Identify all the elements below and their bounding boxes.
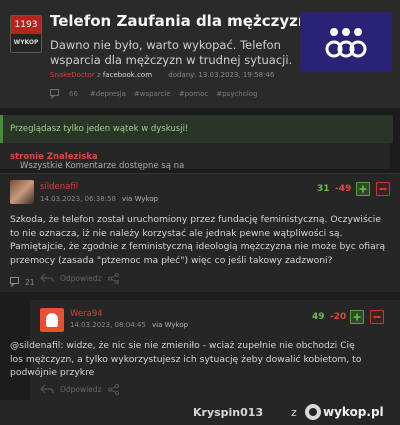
wykop-logo-icon [305, 404, 321, 420]
tag-link[interactable]: #depresja [90, 90, 126, 98]
downvote-button[interactable] [370, 310, 384, 324]
comment-body: @sildenafil: widze, że nic sie nie zmien… [10, 340, 362, 378]
minus-icon [373, 316, 381, 318]
watermark-bar: Kryspin013 z wykop.pl [0, 400, 400, 425]
story-card: 1193 WYKOP Telefon Zaufania dla mężczyzn… [0, 0, 400, 108]
reply-link[interactable]: Odpowiedz [60, 274, 102, 283]
tag-link[interactable]: #psycholog [216, 90, 257, 98]
comment-date: 14.03.2023, 06:38:58 [40, 195, 116, 203]
comment-date: 14.03.2023, 08:04:45 [70, 321, 146, 329]
share-icon[interactable] [107, 384, 119, 395]
plus-count: 31 [317, 184, 330, 194]
comment-author-link[interactable]: Wera94 [70, 309, 103, 319]
story-source-link[interactable]: facebook.com [103, 71, 152, 79]
story-author-link[interactable]: SnakeDoctor [50, 71, 95, 79]
reply-icon[interactable] [40, 384, 54, 395]
story-title[interactable]: Telefon Zaufania dla mężczyzn [50, 12, 309, 30]
comment: sildenafil 14.03.2023, 06:38:58 via Wykop… [0, 173, 400, 292]
reply-icon[interactable] [40, 273, 54, 284]
watermark-user: Kryspin013 [193, 406, 264, 419]
reply-comment: Wera94 14.03.2023, 08:04:45 via Wykop 49 … [10, 300, 400, 400]
all-comments-suffix: . [20, 161, 23, 171]
story-added-date: dodany: 13.03.2023, 19:58:46 [168, 71, 275, 79]
tag-link[interactable]: #pomoc [179, 90, 209, 98]
minus-count: -20 [330, 312, 347, 322]
story-comments-count[interactable]: 66 [69, 90, 78, 98]
source-separator: z [96, 71, 101, 79]
comment-via: via Wykop [151, 321, 189, 329]
story-description: Dawno nie było, warto wykopać. Telefon w… [50, 38, 293, 67]
comment-via: via Wykop [121, 195, 159, 203]
all-comments-notice: Wszystkie Komentarze dostępne są na stro… [0, 143, 390, 171]
upvote-button[interactable] [356, 182, 370, 196]
watermark-z: z [291, 406, 297, 419]
downvote-button[interactable] [376, 182, 390, 196]
avatar[interactable] [10, 180, 34, 204]
plus-count: 49 [312, 312, 325, 322]
all-comments-text: Wszystkie Komentarze dostępne są na stro… [10, 152, 184, 171]
chain-link-logo-icon [325, 28, 367, 58]
tag-link[interactable]: #wsparcie [134, 90, 171, 98]
comment-actions: Odpowiedz [40, 384, 119, 395]
comment-author-link[interactable]: sildenafil [40, 182, 78, 192]
reply-link[interactable]: Odpowiedz [60, 385, 102, 394]
plus-icon [353, 313, 361, 321]
minus-icon [379, 188, 387, 190]
watermark-brand: wykop.pl [323, 405, 384, 419]
comment-meta: 14.03.2023, 08:04:45 via Wykop [70, 321, 188, 329]
single-thread-notice: Przeglądasz tylko jeden wątek w dyskusji… [0, 115, 393, 143]
comment-body: Szkoda, że telefon został uruchomiony pr… [10, 214, 386, 266]
comment-meta: 14.03.2023, 06:38:58 via Wykop [40, 195, 158, 203]
comments-icon[interactable] [50, 89, 61, 99]
default-avatar-icon [46, 313, 58, 327]
story-meta: SnakeDoctor z facebook.com dodany: 13.03… [50, 71, 274, 79]
all-comments-prefix: Wszystkie Komentarze dostępne są na [20, 161, 185, 171]
upvote-button[interactable] [350, 310, 364, 324]
comment-actions: Odpowiedz [40, 273, 119, 284]
comments-icon [10, 277, 19, 287]
page-frame: 1193 WYKOP Telefon Zaufania dla mężczyzn… [0, 0, 400, 400]
plus-icon [359, 185, 367, 193]
story-thumbnail[interactable] [300, 12, 392, 72]
minus-count: -49 [335, 184, 352, 194]
replies-toggle[interactable]: 21 [10, 277, 35, 287]
vote-count: 1193 [11, 16, 41, 34]
replies-count: 21 [25, 277, 35, 287]
single-thread-text: Przeglądasz tylko jeden wątek w dyskusji… [10, 124, 189, 134]
avatar[interactable] [40, 308, 64, 332]
story-tags: 66 #depresja #wsparcie #pomoc #psycholog [50, 87, 258, 101]
share-icon[interactable] [107, 273, 119, 284]
vote-box[interactable]: 1193 WYKOP [10, 15, 42, 53]
wykop-button[interactable]: WYKOP [11, 36, 41, 50]
